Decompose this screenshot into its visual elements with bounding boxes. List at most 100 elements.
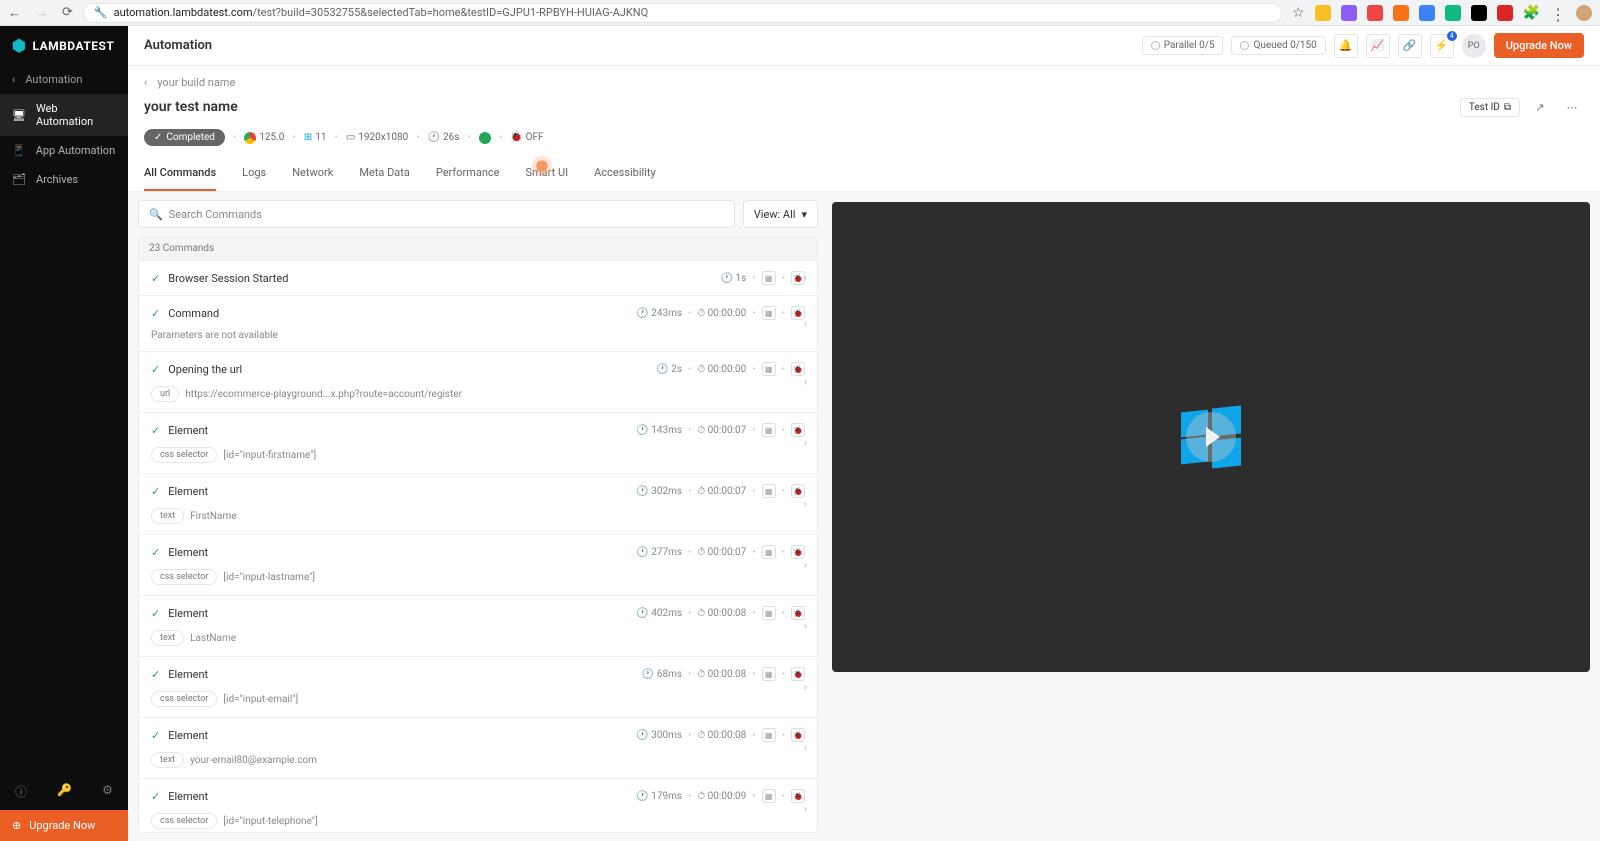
chevron-right-icon[interactable]: › [804, 620, 807, 633]
command-row[interactable]: ✓ Command 🕐 243ms•⏱ 00:00:00•▦•🐞 Paramet… [139, 296, 817, 352]
video-player[interactable] [832, 202, 1590, 672]
ext-icon[interactable] [1445, 5, 1461, 21]
bug-icon[interactable]: 🐞 [791, 728, 805, 742]
chevron-right-icon[interactable]: › [804, 272, 807, 285]
bug-icon[interactable]: 🐞 [791, 606, 805, 620]
bug-icon[interactable]: 🐞 [791, 545, 805, 559]
ext-icon[interactable] [1315, 5, 1331, 21]
command-row[interactable]: ✓ Element 🕐 300ms•⏱ 00:00:08•▦•🐞 textyou… [139, 718, 817, 779]
chevron-right-icon[interactable]: › [804, 376, 807, 389]
command-name: Element [168, 546, 208, 559]
screenshot-icon[interactable]: ▦ [762, 423, 776, 437]
play-button[interactable] [1186, 412, 1236, 462]
chevron-right-icon[interactable]: › [804, 803, 807, 816]
settings-icon[interactable]: ⚙ [102, 783, 113, 800]
screenshot-icon[interactable]: ▦ [762, 606, 776, 620]
analytics-icon[interactable]: 📈 [1366, 34, 1390, 58]
share-icon[interactable]: ↗ [1528, 95, 1552, 119]
command-row[interactable]: ✓ Element 🕐 402ms•⏱ 00:00:08•▦•🐞 textLas… [139, 596, 817, 657]
extensions-icon[interactable]: 🧩 [1523, 5, 1540, 21]
reload-icon[interactable]: ⟳ [62, 5, 73, 21]
ext-icon[interactable] [1393, 5, 1409, 21]
bug-icon[interactable]: 🐞 [791, 789, 805, 803]
ext-icon[interactable] [1419, 5, 1435, 21]
sidebar-item-app-automation[interactable]: 📱 App Automation [0, 136, 128, 165]
chevron-right-icon[interactable]: › [804, 437, 807, 450]
view-dropdown[interactable]: View: All ▾ [743, 200, 818, 228]
command-row[interactable]: ✓ Element 🕐 143ms•⏱ 00:00:07•▦•🐞 css sel… [139, 413, 817, 474]
sidebar-item-web-automation[interactable]: 🖥 Web Automation [0, 94, 128, 136]
breadcrumb-back-icon[interactable]: ‹ [144, 76, 147, 89]
ext-icon[interactable] [1367, 5, 1383, 21]
logo[interactable]: ⬢ LAMBDATEST [0, 26, 128, 65]
user-avatar[interactable]: PO [1462, 34, 1486, 58]
bug-icon[interactable]: 🐞 [791, 484, 805, 498]
queued-pill[interactable]: Queued 0/150 [1231, 36, 1325, 55]
timestamp: ⏱ 00:00:08 [697, 669, 746, 680]
selector-type: url [151, 386, 179, 402]
integration-icon[interactable]: ⚡4 [1430, 34, 1454, 58]
check-icon: ✓ [151, 485, 160, 498]
command-row[interactable]: ✓ Element 🕐 179ms•⏱ 00:00:09•▦•🐞 css sel… [139, 779, 817, 833]
mobile-icon: 📱 [12, 144, 26, 157]
screenshot-icon[interactable]: ▦ [762, 667, 776, 681]
tab-performance[interactable]: Performance [436, 158, 500, 191]
browser-meta: 125.0 [244, 132, 284, 144]
chevron-right-icon[interactable]: › [804, 498, 807, 511]
command-list[interactable]: ✓ Browser Session Started 🕐 1s•▦•🐞 › ✓ C… [138, 260, 818, 833]
ext-icon[interactable] [1497, 5, 1513, 21]
parallel-pill[interactable]: Parallel 0/5 [1142, 36, 1224, 55]
tab-logs[interactable]: Logs [242, 158, 266, 191]
chevron-right-icon[interactable]: › [804, 681, 807, 694]
chevron-right-icon[interactable]: › [804, 559, 807, 572]
more-icon[interactable]: ⋯ [1560, 95, 1584, 119]
bug-icon[interactable]: 🐞 [791, 362, 805, 376]
tab-accessibility[interactable]: Accessibility [594, 158, 656, 191]
ext-icon[interactable] [1341, 5, 1357, 21]
command-row[interactable]: ✓ Element 🕐 302ms•⏱ 00:00:07•▦•🐞 textFir… [139, 474, 817, 535]
search-input[interactable]: 🔍 Search Commands [138, 200, 735, 228]
screenshot-icon[interactable]: ▦ [762, 362, 776, 376]
screenshot-icon[interactable]: ▦ [762, 728, 776, 742]
help-icon[interactable]: ⓘ [15, 783, 27, 800]
screenshot-icon[interactable]: ▦ [762, 271, 776, 285]
breadcrumb[interactable]: your build name [157, 76, 235, 89]
command-row[interactable]: ✓ Element 🕐 277ms•⏱ 00:00:07•▦•🐞 css sel… [139, 535, 817, 596]
site-info-icon[interactable]: 🔧 [94, 6, 108, 19]
sidebar-item-archives[interactable]: 🗂 Archives [0, 165, 128, 194]
check-icon: ✓ [154, 132, 162, 143]
upgrade-button[interactable]: Upgrade Now [1494, 33, 1584, 58]
tab-meta-data[interactable]: Meta Data [359, 158, 410, 191]
sidebar-upgrade-button[interactable]: ⊕ Upgrade Now [0, 810, 128, 841]
tab-network[interactable]: Network [292, 158, 333, 191]
command-row[interactable]: ✓ Browser Session Started 🕐 1s•▦•🐞 › [139, 261, 817, 296]
overflow-icon[interactable]: ⋮ [1550, 5, 1566, 21]
command-row[interactable]: ✓ Opening the url 🕐 2s•⏱ 00:00:00•▦•🐞 ur… [139, 352, 817, 413]
link-icon[interactable]: 🔗 [1398, 34, 1422, 58]
screenshot-icon[interactable]: ▦ [762, 789, 776, 803]
profile-avatar[interactable] [1576, 5, 1592, 21]
ext-icon[interactable] [1471, 5, 1487, 21]
command-count: 23 Commands [138, 236, 818, 260]
back-icon[interactable]: ← [8, 5, 21, 21]
duration: 🕐 277ms [636, 547, 682, 558]
sidebar-back[interactable]: ‹ Automation [0, 65, 128, 94]
bug-icon[interactable]: 🐞 [791, 667, 805, 681]
command-detail: Parameters are not available [151, 330, 805, 341]
tab-all-commands[interactable]: All Commands [144, 158, 216, 191]
command-row[interactable]: ✓ Element 🕐 68ms•⏱ 00:00:08•▦•🐞 css sele… [139, 657, 817, 718]
bookmark-icon[interactable]: ☆ [1292, 5, 1305, 21]
selector-type: text [151, 630, 184, 646]
notification-icon[interactable]: 🔔 [1334, 34, 1358, 58]
forward-icon[interactable]: → [35, 5, 48, 21]
chevron-right-icon[interactable]: › [804, 317, 807, 330]
selector-type: css selector [151, 813, 217, 829]
bug-icon[interactable]: 🐞 [791, 423, 805, 437]
chevron-right-icon[interactable]: › [804, 742, 807, 755]
key-icon[interactable]: 🔑 [57, 783, 72, 800]
screenshot-icon[interactable]: ▦ [762, 484, 776, 498]
test-id-button[interactable]: Test ID⧉ [1460, 98, 1520, 117]
screenshot-icon[interactable]: ▦ [762, 545, 776, 559]
address-bar[interactable]: 🔧 automation.lambdatest.com/test?build=3… [83, 3, 1282, 23]
screenshot-icon[interactable]: ▦ [762, 306, 776, 320]
